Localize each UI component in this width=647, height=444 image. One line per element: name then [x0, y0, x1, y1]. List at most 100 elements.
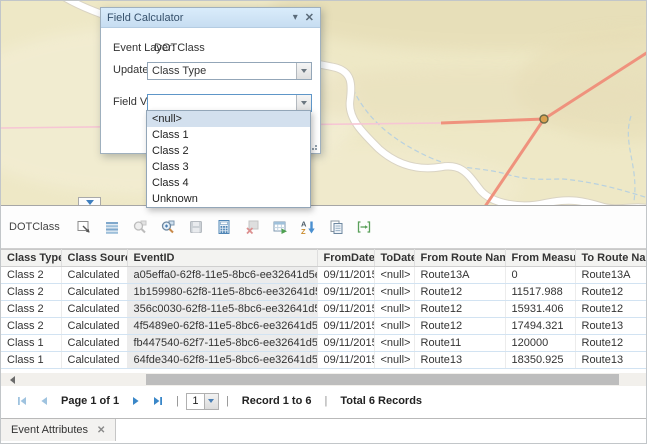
- dropdown-option-class3[interactable]: Class 3: [147, 159, 310, 175]
- last-page-button[interactable]: [152, 395, 164, 407]
- table-cell[interactable]: 356c0030-62f8-11e5-8bc6-ee32641d5ec9: [127, 301, 317, 318]
- table-cell[interactable]: Class 1: [1, 352, 61, 369]
- table-cell[interactable]: 0: [505, 267, 575, 284]
- table-cell[interactable]: 17494.321: [505, 318, 575, 335]
- zoom-to-selected-button[interactable]: [132, 219, 148, 235]
- add-records-button[interactable]: [272, 219, 288, 235]
- table-cell[interactable]: <null>: [374, 284, 414, 301]
- table-cell[interactable]: Route12: [575, 284, 647, 301]
- table-cell[interactable]: Route13A: [414, 267, 505, 284]
- table-cell[interactable]: 09/11/2015: [317, 301, 374, 318]
- table-cell[interactable]: Route12: [575, 301, 647, 318]
- table-cell[interactable]: Route13: [414, 352, 505, 369]
- close-icon[interactable]: ✕: [305, 13, 314, 23]
- table-cell[interactable]: <null>: [374, 318, 414, 335]
- dialog-titlebar[interactable]: Field Calculator ▾ ✕: [101, 8, 320, 28]
- update-field-dropdown-button[interactable]: [296, 63, 311, 79]
- table-cell[interactable]: 15931.406: [505, 301, 575, 318]
- table-cell[interactable]: <null>: [374, 352, 414, 369]
- tab-event-attributes[interactable]: Event Attributes ✕: [1, 419, 116, 441]
- collapse-icon[interactable]: ▾: [293, 13, 298, 23]
- column-header-from-measure[interactable]: From Measure: [505, 250, 575, 267]
- table-cell[interactable]: Calculated: [61, 284, 127, 301]
- table-cell[interactable]: Route12: [414, 301, 505, 318]
- table-row[interactable]: Class 2 Calculated 1b159980-62f8-11e5-8b…: [1, 284, 647, 301]
- table-cell[interactable]: 09/11/2015: [317, 352, 374, 369]
- table-cell[interactable]: Route13A: [575, 267, 647, 284]
- horizontal-scrollbar[interactable]: [1, 373, 647, 386]
- zoom-to-features-button[interactable]: [160, 219, 176, 235]
- table-cell[interactable]: Calculated: [61, 267, 127, 284]
- table-cell[interactable]: Route13: [575, 318, 647, 335]
- table-cell[interactable]: Class 2: [1, 301, 61, 318]
- next-page-button[interactable]: [130, 395, 142, 407]
- close-icon[interactable]: ✕: [97, 425, 105, 436]
- table-cell[interactable]: Class 2: [1, 284, 61, 301]
- select-features-button[interactable]: [76, 219, 92, 235]
- page-select-dropdown-button[interactable]: [204, 394, 218, 409]
- table-cell[interactable]: Class 2: [1, 267, 61, 284]
- table-row[interactable]: Class 2 Calculated 356c0030-62f8-11e5-8b…: [1, 301, 647, 318]
- table-cell[interactable]: <null>: [374, 267, 414, 284]
- table-cell[interactable]: 11517.988: [505, 284, 575, 301]
- table-cell[interactable]: 4f5489e0-62f8-11e5-8bc6-ee32641d5ec9: [127, 318, 317, 335]
- table-cell[interactable]: fb447540-62f7-11e5-8bc6-ee32641d5ec9: [127, 335, 317, 352]
- table-cell[interactable]: Route12: [414, 284, 505, 301]
- first-page-button[interactable]: [16, 395, 28, 407]
- column-header-fromdate[interactable]: FromDate: [317, 250, 374, 267]
- show-selected-records-button[interactable]: [104, 219, 120, 235]
- dropdown-option-class1[interactable]: Class 1: [147, 127, 310, 143]
- table-cell[interactable]: 09/11/2015: [317, 284, 374, 301]
- table-collapse-tab[interactable]: [78, 197, 101, 206]
- previous-page-button[interactable]: [38, 395, 50, 407]
- table-row[interactable]: Class 1 Calculated fb447540-62f7-11e5-8b…: [1, 335, 647, 352]
- table-cell[interactable]: Class 2: [1, 318, 61, 335]
- column-header-todate[interactable]: ToDate: [374, 250, 414, 267]
- update-field-select[interactable]: Class Type: [147, 62, 312, 80]
- column-header-to-route-name[interactable]: To Route Name: [575, 250, 647, 267]
- fit-columns-button[interactable]: [356, 219, 372, 235]
- save-results-button[interactable]: [188, 219, 204, 235]
- column-header-from-route-name[interactable]: From Route Name: [414, 250, 505, 267]
- table-cell[interactable]: Route11: [414, 335, 505, 352]
- table-cell[interactable]: Route13: [575, 352, 647, 369]
- table-cell[interactable]: Calculated: [61, 352, 127, 369]
- table-cell[interactable]: 09/11/2015: [317, 335, 374, 352]
- table-row[interactable]: Class 2 Calculated 4f5489e0-62f8-11e5-8b…: [1, 318, 647, 335]
- column-header-class-source[interactable]: Class Source: [61, 250, 127, 267]
- table-cell[interactable]: 64fde340-62f8-11e5-8bc6-ee32641d5ec9: [127, 352, 317, 369]
- dropdown-option-null[interactable]: <null>: [147, 111, 310, 127]
- edit-records-button[interactable]: [328, 219, 344, 235]
- table-cell[interactable]: <null>: [374, 335, 414, 352]
- table-cell[interactable]: Calculated: [61, 318, 127, 335]
- table-cell[interactable]: 18350.925: [505, 352, 575, 369]
- table-cell[interactable]: Calculated: [61, 335, 127, 352]
- table-cell[interactable]: 120000: [505, 335, 575, 352]
- table-cell[interactable]: Calculated: [61, 301, 127, 318]
- table-cell[interactable]: Class 1: [1, 335, 61, 352]
- table-cell[interactable]: <null>: [374, 301, 414, 318]
- dropdown-option-class4[interactable]: Class 4: [147, 175, 310, 191]
- table-row[interactable]: Class 1 Calculated 64fde340-62f8-11e5-8b…: [1, 352, 647, 369]
- field-value-dropdown-button[interactable]: [296, 95, 311, 111]
- page-select[interactable]: 1: [186, 393, 219, 410]
- resize-grip-icon[interactable]: [310, 143, 317, 150]
- column-header-eventid[interactable]: EventID: [127, 250, 317, 267]
- table-cell[interactable]: a05effa0-62f8-11e5-8bc6-ee32641d5ec9: [127, 267, 317, 284]
- table-cell[interactable]: Route12: [414, 318, 505, 335]
- map-canvas[interactable]: [1, 1, 647, 206]
- field-calculator-button[interactable]: [216, 219, 232, 235]
- clear-selection-button[interactable]: [244, 219, 260, 235]
- table-cell[interactable]: 1b159980-62f8-11e5-8bc6-ee32641d5ec9: [127, 284, 317, 301]
- table-cell[interactable]: Route12: [575, 335, 647, 352]
- scrollbar-thumb[interactable]: [146, 374, 619, 385]
- scroll-left-icon[interactable]: [10, 376, 15, 384]
- route-junction-marker[interactable]: [540, 115, 548, 123]
- dropdown-option-class2[interactable]: Class 2: [147, 143, 310, 159]
- table-cell[interactable]: 09/11/2015: [317, 267, 374, 284]
- dropdown-option-unknown[interactable]: Unknown: [147, 191, 310, 207]
- column-header-class-type[interactable]: Class Type: [1, 250, 61, 267]
- sort-records-button[interactable]: AZ: [300, 219, 316, 235]
- table-cell[interactable]: 09/11/2015: [317, 318, 374, 335]
- table-row[interactable]: Class 2 Calculated a05effa0-62f8-11e5-8b…: [1, 267, 647, 284]
